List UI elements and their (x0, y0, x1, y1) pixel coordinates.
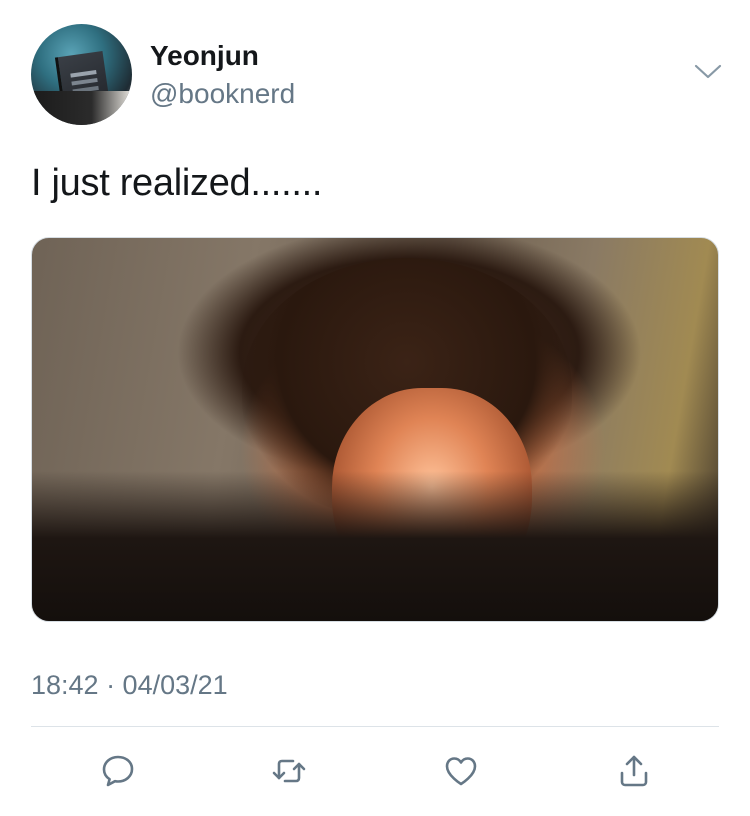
like-button[interactable] (438, 748, 484, 794)
reply-button[interactable] (95, 748, 141, 794)
tweet-text: I just realized....... (31, 162, 323, 204)
retweet-icon (272, 759, 306, 783)
display-name[interactable]: Yeonjun (150, 40, 259, 72)
tweet-timestamp[interactable]: 18:42 · 04/03/21 (31, 670, 228, 701)
share-button[interactable] (611, 748, 657, 794)
action-bar (0, 748, 750, 798)
reply-icon (102, 755, 134, 787)
media-jacket (32, 471, 718, 621)
avatar[interactable] (31, 24, 132, 125)
tweet-card: Yeonjun @booknerd I just realized.......… (0, 0, 750, 816)
divider (31, 726, 719, 727)
avatar-shirt (31, 91, 132, 125)
tweet-media-image[interactable] (31, 237, 719, 622)
retweet-button[interactable] (266, 748, 312, 794)
chevron-down-icon[interactable] (692, 60, 724, 84)
user-handle[interactable]: @booknerd (150, 78, 295, 110)
share-icon (620, 755, 648, 787)
heart-icon (445, 757, 477, 786)
